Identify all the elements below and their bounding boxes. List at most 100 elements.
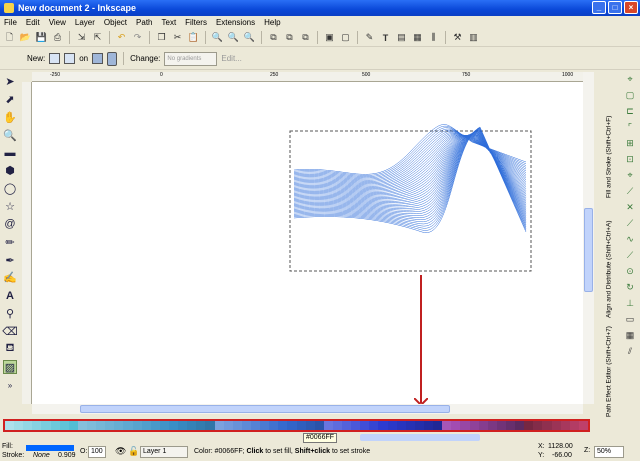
edit-gradient-button[interactable]: Edit...	[221, 54, 241, 63]
snap-baseline-icon[interactable]: ⊥	[624, 298, 637, 310]
palette-swatch[interactable]	[123, 421, 133, 430]
palette-swatch[interactable]	[405, 421, 415, 430]
menu-path[interactable]: Path	[136, 18, 152, 27]
stroke-width-value[interactable]: 0.909	[58, 452, 76, 459]
star-tool-icon[interactable]: ☆	[3, 200, 17, 214]
palette-swatch[interactable]	[442, 421, 452, 430]
palette-swatch[interactable]	[223, 421, 233, 430]
new-document-icon[interactable]: 🗋	[3, 31, 16, 44]
pen-tool-icon[interactable]: ✒	[3, 253, 17, 267]
align-distribute-icon[interactable]: ⫼	[427, 31, 440, 44]
palette-swatch[interactable]	[314, 421, 324, 430]
horizontal-scrollbar[interactable]	[32, 404, 583, 414]
palette-swatch[interactable]	[342, 421, 352, 430]
menu-object[interactable]: Object	[104, 18, 127, 27]
group-icon[interactable]: ▣	[323, 31, 336, 44]
palette-swatch[interactable]	[50, 421, 60, 430]
snap-grid-icon[interactable]: ▦	[624, 330, 637, 342]
snap-edges-icon[interactable]: ⊏	[624, 106, 637, 118]
xml-editor-icon[interactable]: ▦	[411, 31, 424, 44]
palette-swatch[interactable]	[14, 421, 24, 430]
dock-tab-fill-stroke[interactable]: Fill and Stroke (Shift+Ctrl+F)	[602, 80, 616, 198]
palette-swatch[interactable]	[496, 421, 507, 430]
tweak-tool-icon[interactable]: ✋	[3, 111, 17, 125]
snap-toggle-icon[interactable]: ⌖	[624, 74, 637, 86]
maximize-button[interactable]: □	[608, 1, 622, 14]
palette-swatch[interactable]	[360, 421, 370, 430]
palette-swatch[interactable]	[433, 421, 443, 430]
palette-swatch[interactable]	[569, 421, 579, 430]
gradient-select[interactable]: No gradients	[164, 51, 218, 66]
palette-swatch[interactable]	[369, 421, 379, 430]
palette-scroll-thumb[interactable]	[360, 434, 480, 441]
menu-edit[interactable]: Edit	[26, 18, 40, 27]
calligraphy-tool-icon[interactable]: ✍	[3, 271, 17, 285]
palette-swatch[interactable]	[551, 421, 561, 430]
palette-swatch[interactable]	[278, 421, 288, 430]
print-icon[interactable]: ⎙	[51, 31, 64, 44]
palette-swatch[interactable]	[59, 421, 69, 430]
palette-swatch[interactable]	[168, 421, 179, 430]
copy-icon[interactable]: ❐	[155, 31, 168, 44]
palette-swatch[interactable]	[424, 421, 434, 430]
palette-swatch[interactable]	[305, 421, 315, 430]
save-icon[interactable]: 💾	[35, 31, 48, 44]
clone-icon[interactable]: ⧉	[283, 31, 296, 44]
opacity-spinner[interactable]: 100	[88, 446, 106, 458]
menu-filters[interactable]: Filters	[185, 18, 207, 27]
selector-tool-icon[interactable]: ➤	[3, 75, 17, 89]
dock-tab-path-effect[interactable]: Path Effect Editor (Shift+Ctrl+7)	[602, 322, 616, 417]
palette-swatch[interactable]	[232, 421, 242, 430]
fill-stroke-icon[interactable]: ✎	[363, 31, 376, 44]
vertical-scrollbar[interactable]	[583, 72, 594, 404]
menu-view[interactable]: View	[49, 18, 66, 27]
linear-gradient-button[interactable]	[49, 53, 61, 64]
export-icon[interactable]: ⇱	[91, 31, 104, 44]
snap-object-center-icon[interactable]: ⊙	[624, 266, 637, 278]
palette-swatch[interactable]	[5, 421, 15, 430]
palette-swatch[interactable]	[32, 421, 42, 430]
zoom-drawing-icon[interactable]: 🔍	[227, 31, 240, 44]
snap-bbox-icon[interactable]: ▢	[624, 90, 637, 102]
menu-file[interactable]: File	[4, 18, 17, 27]
palette-swatch[interactable]	[515, 421, 525, 430]
document-properties-icon[interactable]: ▥	[467, 31, 480, 44]
stroke-indicator[interactable]: None	[33, 452, 50, 459]
palette-swatch[interactable]	[132, 421, 142, 430]
3d-box-tool-icon[interactable]: ⬢	[3, 164, 17, 178]
palette-swatch[interactable]	[77, 421, 87, 430]
snap-paths-icon[interactable]: ⟋	[624, 186, 637, 198]
pencil-tool-icon[interactable]: ✏	[3, 235, 17, 249]
radial-gradient-button[interactable]	[64, 53, 76, 64]
apply-to-stroke-button[interactable]	[107, 51, 118, 66]
zoom-tool-icon[interactable]: 🔍	[3, 128, 17, 142]
lock-icon[interactable]: 🔓	[128, 446, 139, 457]
zoom-field[interactable]: 50%	[594, 446, 624, 458]
layers-icon[interactable]: ▤	[395, 31, 408, 44]
snap-intersections-icon[interactable]: ✕	[624, 202, 637, 214]
ungroup-icon[interactable]: ▢	[339, 31, 352, 44]
zoom-selection-icon[interactable]: 🔍	[211, 31, 224, 44]
palette-swatch[interactable]	[250, 421, 261, 430]
palette-swatch[interactable]	[287, 421, 297, 430]
unlink-clone-icon[interactable]: ⧉	[299, 31, 312, 44]
palette-swatch[interactable]	[214, 421, 224, 430]
palette-swatch[interactable]	[506, 421, 516, 430]
palette-swatch[interactable]	[96, 421, 106, 430]
ellipse-tool-icon[interactable]: ◯	[3, 182, 17, 196]
palette-swatch[interactable]	[86, 421, 97, 430]
text-font-icon[interactable]: T	[379, 31, 392, 44]
palette-swatch[interactable]	[460, 421, 470, 430]
palette-swatch[interactable]	[187, 421, 197, 430]
apply-to-fill-button[interactable]	[92, 53, 104, 64]
paste-icon[interactable]: 📋	[187, 31, 200, 44]
palette-swatch[interactable]	[524, 421, 534, 430]
spiral-tool-icon[interactable]: @	[3, 218, 17, 232]
snap-smooth-icon[interactable]: ∿	[624, 234, 637, 246]
palette-swatch[interactable]	[269, 421, 279, 430]
gradient-tool-icon[interactable]: ▨	[3, 360, 17, 375]
palette-swatch[interactable]	[414, 421, 425, 430]
palette-swatch[interactable]	[296, 421, 306, 430]
palette-swatch[interactable]	[114, 421, 124, 430]
layer-select[interactable]: Layer 1	[140, 446, 188, 458]
